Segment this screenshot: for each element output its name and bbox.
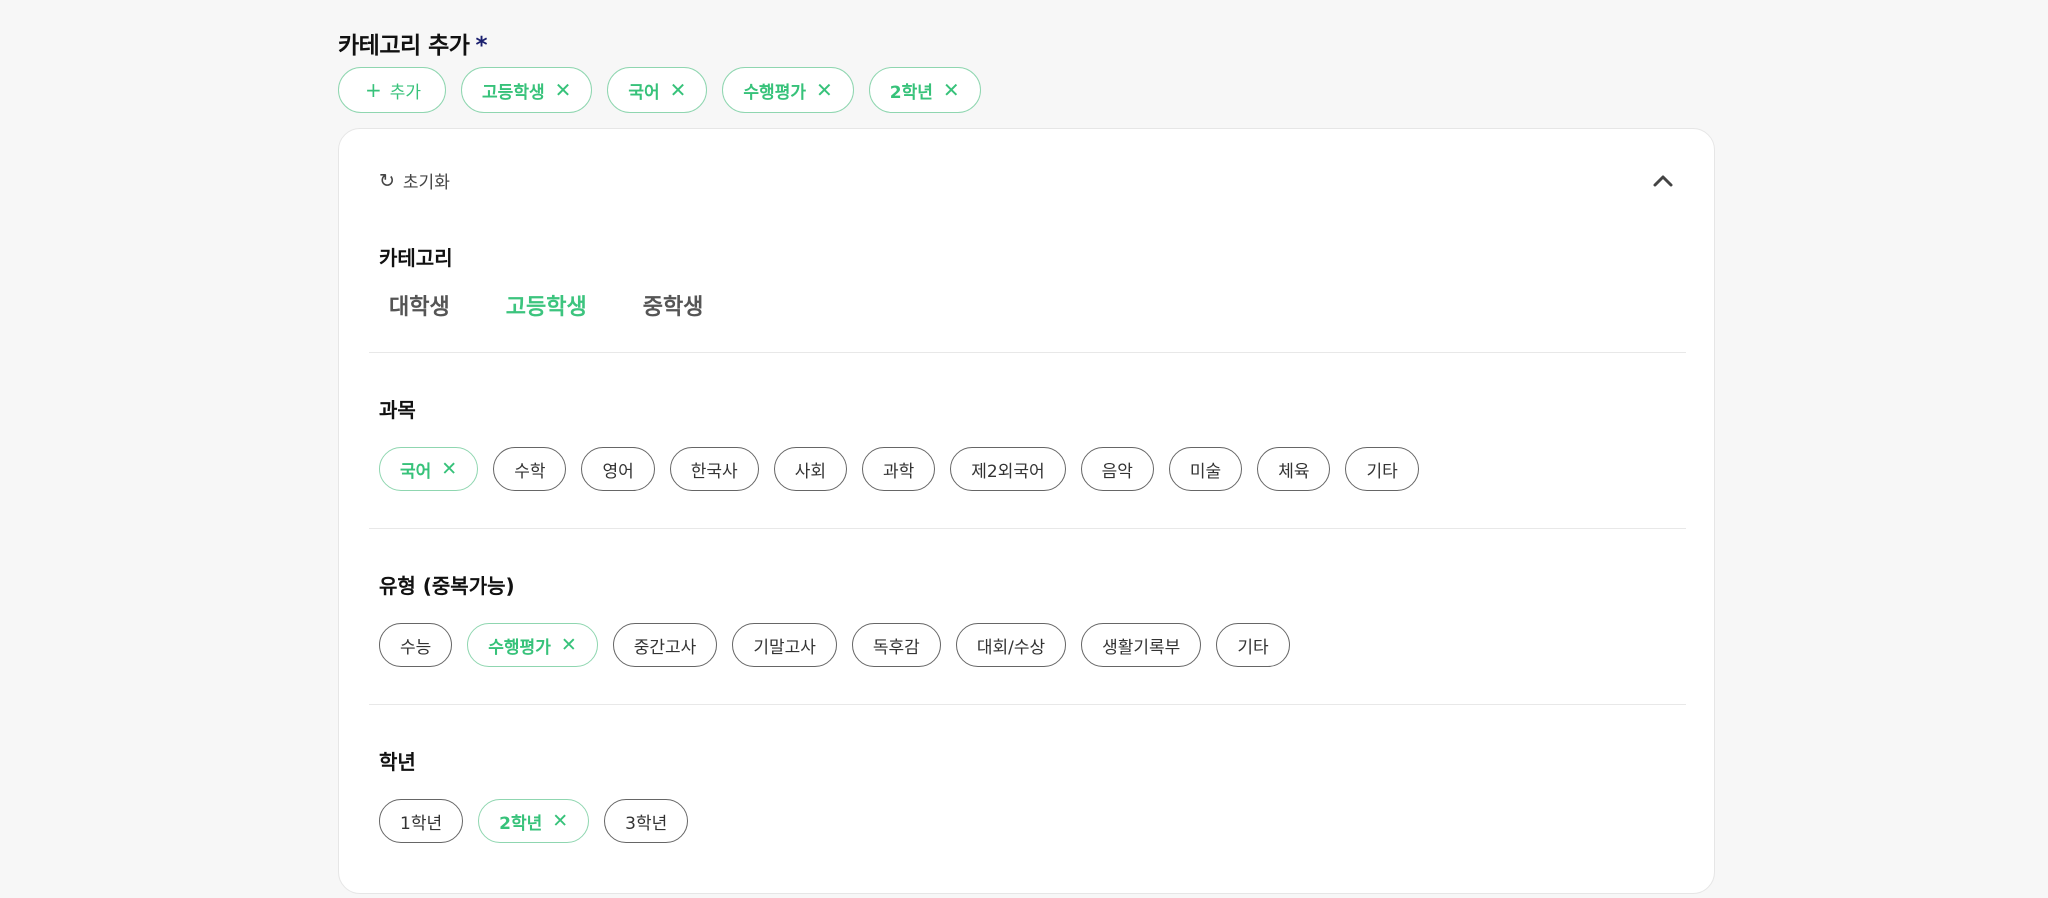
- selected-tag: 수행평가 ✕: [722, 67, 854, 113]
- chip-label: 2학년: [499, 813, 543, 834]
- category-tabs: 대학생 고등학생 중학생: [389, 289, 703, 321]
- close-icon[interactable]: ✕: [670, 80, 687, 100]
- tab-high-school[interactable]: 고등학생: [506, 289, 587, 321]
- selected-categories: + 추가 고등학생 ✕ 국어 ✕ 수행평가 ✕ 2학년 ✕: [338, 67, 981, 113]
- selected-tag-label: 고등학생: [482, 82, 545, 103]
- chevron-up-icon[interactable]: [1648, 165, 1678, 195]
- subject-chip[interactable]: 기타: [1345, 447, 1419, 491]
- selected-tag-label: 국어: [628, 82, 660, 103]
- add-category-button[interactable]: + 추가: [338, 67, 447, 113]
- category-title: 카테고리: [379, 246, 453, 270]
- subject-chip[interactable]: 사회: [773, 447, 847, 491]
- section-label: 카테고리 추가 *: [338, 26, 487, 60]
- subject-chip[interactable]: 영어: [581, 447, 655, 491]
- subject-chip[interactable]: 수학: [493, 447, 567, 491]
- plus-icon: +: [365, 78, 382, 102]
- grade-chip[interactable]: 2학년 ✕: [478, 799, 590, 843]
- type-chip[interactable]: 수능: [379, 623, 453, 667]
- subject-chip[interactable]: 미술: [1168, 447, 1243, 491]
- grade-chip[interactable]: 3학년: [604, 799, 689, 843]
- divider: [369, 352, 1686, 353]
- close-icon[interactable]: ✕: [441, 459, 457, 479]
- reset-label: 초기화: [402, 173, 450, 193]
- type-chip[interactable]: 생활기록부: [1081, 623, 1202, 667]
- grade-options: 1학년 2학년 ✕ 3학년: [379, 799, 689, 843]
- tab-university[interactable]: 대학생: [389, 289, 450, 321]
- divider: [369, 704, 1686, 705]
- tab-middle-school[interactable]: 중학생: [643, 289, 704, 321]
- selected-tag: 2학년 ✕: [868, 67, 981, 113]
- subject-chip[interactable]: 음악: [1080, 447, 1154, 491]
- section-title: 카테고리 추가: [338, 33, 470, 59]
- subject-chip[interactable]: 한국사: [669, 447, 759, 491]
- type-chip[interactable]: 대회/수상: [955, 623, 1067, 667]
- close-icon[interactable]: ✕: [555, 80, 572, 100]
- subject-chip[interactable]: 체육: [1257, 447, 1331, 491]
- close-icon[interactable]: ✕: [561, 635, 577, 655]
- grade-chip[interactable]: 1학년: [379, 799, 464, 843]
- subject-chip[interactable]: 제2외국어: [950, 447, 1066, 491]
- type-chip[interactable]: 기말고사: [732, 623, 837, 667]
- type-options: 수능 수행평가 ✕ 중간고사 기말고사 독후감 대회/수상 생활기록부 기타: [379, 623, 1290, 667]
- subject-options: 국어 ✕ 수학 영어 한국사 사회 과학 제2외국어 음악 미술 체육 기타: [379, 447, 1419, 491]
- subject-chip[interactable]: 과학: [861, 447, 936, 491]
- selected-tag-label: 2학년: [889, 82, 933, 103]
- category-filter-panel: ↻ 초기화 카테고리 대학생 고등학생 중학생 과목 국어 ✕ 수학 영어 한국…: [338, 128, 1715, 894]
- add-label: 추가: [389, 82, 422, 103]
- close-icon[interactable]: ✕: [816, 80, 833, 100]
- type-chip[interactable]: 기타: [1216, 623, 1290, 667]
- close-icon[interactable]: ✕: [943, 80, 960, 100]
- subject-title: 과목: [379, 398, 416, 422]
- type-chip[interactable]: 독후감: [851, 623, 941, 667]
- subject-chip[interactable]: 국어 ✕: [379, 447, 479, 491]
- type-title: 유형 (중복가능): [379, 574, 515, 598]
- chip-label: 국어: [400, 461, 432, 482]
- selected-tag: 국어 ✕: [607, 67, 708, 113]
- selected-tag-label: 수행평가: [743, 82, 806, 103]
- type-chip[interactable]: 수행평가 ✕: [467, 623, 598, 667]
- close-icon[interactable]: ✕: [552, 811, 568, 831]
- divider: [369, 528, 1686, 529]
- required-mark: *: [475, 33, 487, 59]
- grade-title: 학년: [379, 750, 416, 774]
- selected-tag: 고등학생 ✕: [461, 67, 593, 113]
- refresh-icon: ↻: [379, 169, 395, 192]
- type-chip[interactable]: 중간고사: [612, 623, 718, 667]
- chip-label: 수행평가: [488, 637, 551, 658]
- reset-button[interactable]: ↻ 초기화: [379, 168, 450, 194]
